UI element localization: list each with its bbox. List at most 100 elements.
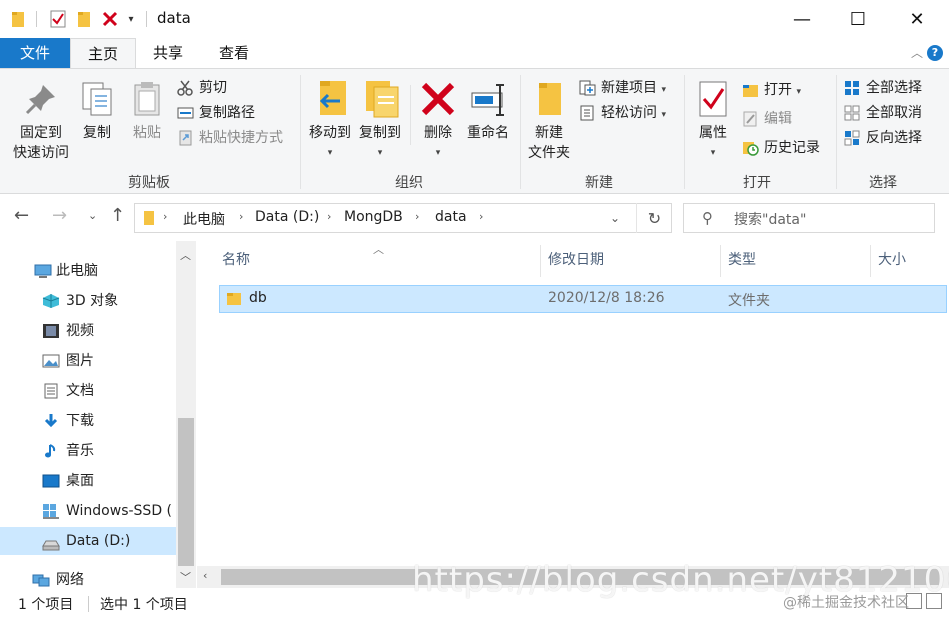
table-row[interactable]: db 2020/12/8 18:26 文件夹	[219, 285, 947, 313]
navigation-pane-scrollbar[interactable]: ︿ ﹀	[176, 241, 196, 588]
nav-item-documents[interactable]: 文档	[0, 377, 176, 405]
pin-label-1: 固定到	[20, 125, 62, 141]
tab-share[interactable]: 共享	[138, 38, 198, 68]
collapse-ribbon-icon[interactable]: ︿	[911, 44, 923, 61]
open-folder-icon	[743, 85, 758, 97]
nav-item-music[interactable]: 音乐	[0, 437, 176, 465]
scroll-down-icon[interactable]: ﹀	[180, 569, 191, 585]
select-none-icon	[844, 105, 860, 121]
tab-view[interactable]: 查看	[204, 38, 264, 68]
tab-file[interactable]: 文件	[0, 38, 70, 68]
close-button[interactable]: ✕	[888, 0, 946, 38]
status-selected-count: 选中 1 个项目	[100, 597, 188, 613]
dropdown-caret-icon: ▾	[327, 148, 333, 158]
column-header-name[interactable]: 名称	[222, 249, 250, 269]
maximize-button[interactable]: ☐	[829, 0, 887, 38]
copy-to-button[interactable]: 复制到 ▾	[355, 79, 405, 163]
dropdown-caret-icon: ▾	[661, 85, 666, 95]
properties-button[interactable]: 属性 ▾	[690, 79, 736, 163]
nav-item-windows-ssd[interactable]: Windows-SSD (	[0, 497, 176, 525]
up-arrow-icon[interactable]: ↑	[110, 205, 125, 226]
nav-item-downloads[interactable]: 下载	[0, 407, 176, 435]
new-folder-quick-icon[interactable]	[75, 10, 93, 28]
watermark-site: @稀土掘金技术社区	[783, 595, 909, 611]
nav-item-desktop[interactable]: 桌面	[0, 467, 176, 495]
rename-button[interactable]: 重命名	[462, 79, 514, 143]
copy-path-button[interactable]: 复制路径	[177, 102, 255, 124]
separator	[88, 596, 89, 612]
pin-label-2: 快速访问	[13, 145, 69, 161]
breadcrumb-this-pc[interactable]: 此电脑	[183, 209, 225, 229]
tab-home[interactable]: 主页	[70, 38, 136, 69]
customize-quick-access-icon[interactable]: ▾	[124, 10, 138, 28]
breadcrumb-chevron-icon[interactable]: ›	[327, 210, 331, 223]
history-button[interactable]: 历史记录	[742, 137, 820, 159]
nav-item-this-pc[interactable]: 此电脑	[0, 257, 176, 285]
paste-shortcut-button[interactable]: 粘贴快捷方式	[177, 127, 283, 149]
dropdown-caret-icon: ▾	[796, 87, 801, 97]
documents-icon	[44, 383, 58, 399]
easy-access-button[interactable]: 轻松访问 ▾	[579, 102, 666, 124]
forward-arrow-icon[interactable]: →	[52, 205, 67, 226]
recent-locations-chevron-icon[interactable]: ⌄	[88, 209, 97, 222]
folder-icon	[143, 210, 155, 230]
column-header-size[interactable]: 大小	[878, 249, 906, 269]
nav-label: 视频	[66, 323, 94, 339]
column-separator[interactable]	[540, 245, 541, 277]
pin-to-quick-access-button[interactable]: 固定到 快速访问	[8, 79, 74, 163]
search-box[interactable]: ⚲ 搜索"data"	[683, 203, 935, 233]
nav-label: Windows-SSD (	[66, 503, 173, 519]
refresh-icon[interactable]: ↻	[636, 203, 672, 233]
breadcrumb-chevron-icon[interactable]: ›	[415, 210, 419, 223]
folder-icon	[227, 293, 241, 305]
scroll-left-icon[interactable]: ‹	[203, 569, 207, 582]
delete-quick-icon[interactable]	[101, 10, 119, 28]
nav-label: 文档	[66, 383, 94, 399]
nav-item-data-drive[interactable]: Data (D:)	[0, 527, 176, 555]
search-icon: ⚲	[702, 209, 713, 227]
address-bar[interactable]: › 此电脑 › Data (D:) › MongDB › data ›	[134, 203, 672, 233]
new-item-button[interactable]: 新建项目 ▾	[579, 77, 666, 99]
scrollbar-thumb[interactable]	[178, 418, 194, 566]
cut-button[interactable]: 剪切	[177, 77, 227, 99]
select-all-button[interactable]: 全部选择	[844, 77, 922, 99]
address-dropdown-icon[interactable]: ⌄	[600, 203, 630, 233]
breadcrumb-chevron-icon[interactable]: ›	[479, 210, 483, 223]
file-modified: 2020/12/8 18:26	[548, 290, 665, 306]
breadcrumb-chevron-icon[interactable]: ›	[163, 210, 167, 223]
breadcrumb-mongdb[interactable]: MongDB	[344, 209, 403, 225]
invert-selection-button[interactable]: 反向选择	[844, 127, 922, 149]
nav-item-videos[interactable]: 视频	[0, 317, 176, 345]
back-arrow-icon[interactable]: ←	[14, 205, 29, 226]
minimize-button[interactable]: —	[773, 0, 831, 38]
desktop-icon	[42, 474, 60, 488]
edit-icon	[743, 111, 757, 127]
scroll-up-icon[interactable]: ︿	[180, 247, 191, 263]
invert-selection-icon	[844, 130, 860, 146]
nav-item-3d-objects[interactable]: 3D 对象	[0, 287, 176, 315]
select-none-button[interactable]: 全部取消	[844, 102, 922, 124]
breadcrumb-chevron-icon[interactable]: ›	[239, 210, 243, 223]
column-separator[interactable]	[720, 245, 721, 277]
window-title: data	[157, 9, 191, 27]
column-header-type[interactable]: 类型	[728, 249, 756, 269]
paste-button[interactable]: 粘贴	[127, 79, 167, 143]
copy-button[interactable]: 复制	[77, 79, 117, 143]
help-icon[interactable]: ?	[927, 45, 943, 61]
delete-button[interactable]: 删除 ▾	[418, 79, 458, 163]
column-separator[interactable]	[870, 245, 871, 277]
move-to-button[interactable]: 移动到 ▾	[305, 79, 355, 163]
cut-label: 剪切	[199, 80, 227, 96]
nav-label: 3D 对象	[66, 293, 119, 309]
dropdown-caret-icon: ▾	[710, 148, 716, 158]
nav-label: 图片	[66, 353, 94, 369]
column-header-modified[interactable]: 修改日期	[548, 249, 604, 269]
nav-item-pictures[interactable]: 图片	[0, 347, 176, 375]
properties-quick-icon[interactable]	[48, 10, 68, 28]
edit-button[interactable]: 编辑	[742, 108, 792, 130]
open-button[interactable]: 打开 ▾	[742, 79, 801, 101]
new-folder-button[interactable]: 新建 文件夹	[524, 79, 574, 163]
breadcrumb-data[interactable]: data	[435, 209, 467, 225]
breadcrumb-data-drive[interactable]: Data (D:)	[255, 209, 319, 225]
paste-shortcut-icon	[179, 130, 192, 146]
